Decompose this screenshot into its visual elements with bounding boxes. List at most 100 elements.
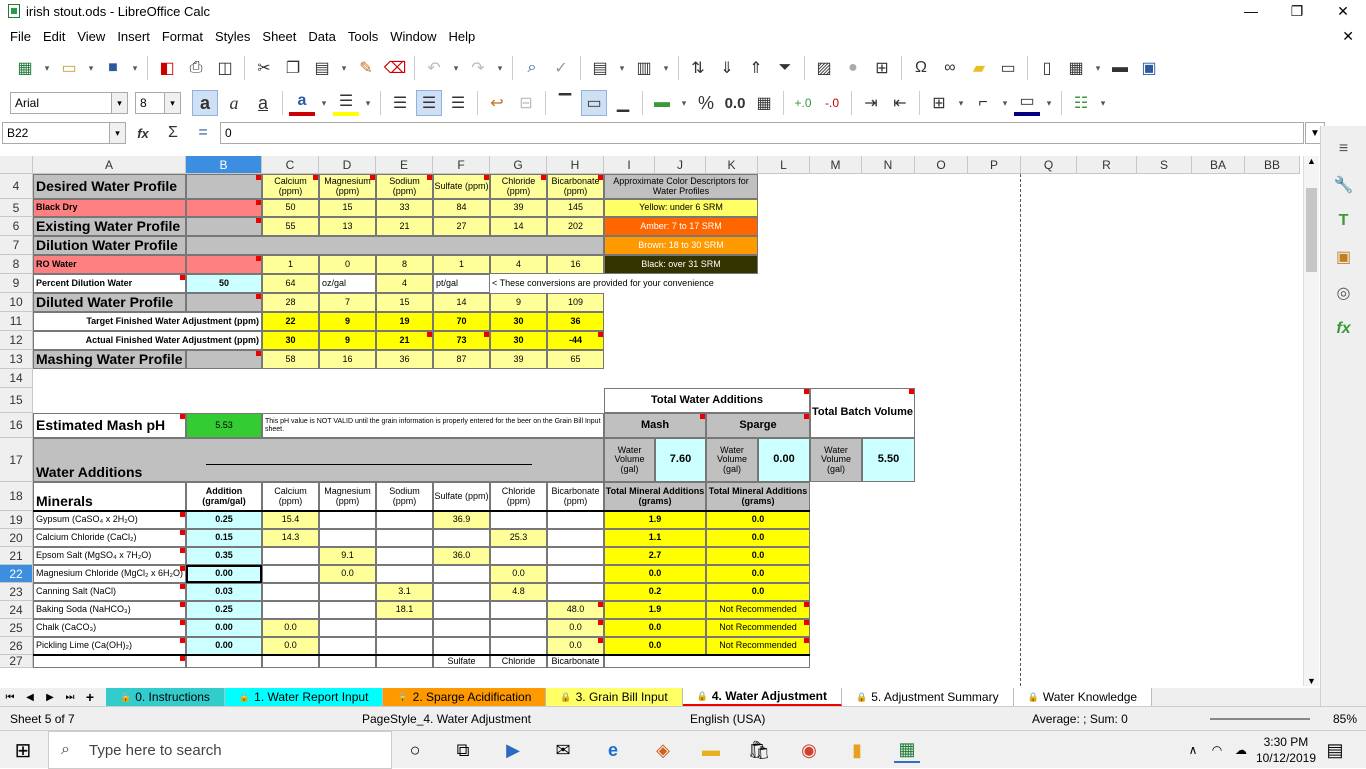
- font-size-box[interactable]: 8 ▾: [135, 92, 181, 114]
- sheet-tab-2[interactable]: 🔒 2. Sparge Acidification: [383, 688, 547, 706]
- cell-d20[interactable]: [319, 529, 376, 547]
- sheet-tab-5[interactable]: 🔒 5. Adjustment Summary: [842, 688, 1014, 706]
- cell-e13[interactable]: 36: [376, 350, 433, 369]
- cell-i18[interactable]: Total Mineral Additions (grams): [604, 482, 706, 511]
- cell-c10[interactable]: 28: [262, 293, 319, 312]
- cell-e23[interactable]: 3.1: [376, 583, 433, 601]
- cell-b19[interactable]: 0.25: [186, 511, 262, 529]
- cell-h27[interactable]: Bicarbonate: [547, 655, 604, 668]
- cell-f9[interactable]: pt/gal: [433, 274, 490, 293]
- cell-c16[interactable]: This pH value is NOT VALID until the gra…: [262, 413, 604, 438]
- row-header-27[interactable]: 27: [0, 654, 33, 668]
- menu-window[interactable]: Window: [384, 29, 442, 44]
- cell-i16[interactable]: Mash: [604, 413, 706, 438]
- cell-h18[interactable]: Bicarbonate (ppm): [547, 482, 604, 511]
- font-name-box[interactable]: Arial ▾: [10, 92, 128, 114]
- cell-d19[interactable]: [319, 511, 376, 529]
- cell-a12[interactable]: Actual Finished Water Adjustment (ppm): [33, 331, 262, 350]
- cell-c19[interactable]: 15.4: [262, 511, 319, 529]
- row-header-20[interactable]: 20: [0, 529, 33, 547]
- cell-d23[interactable]: [319, 583, 376, 601]
- cell-i22[interactable]: 0.0: [604, 565, 706, 583]
- spelling-icon[interactable]: ✓: [548, 55, 574, 81]
- cell-a8[interactable]: RO Water: [33, 255, 186, 274]
- row-header-16[interactable]: 16: [0, 413, 33, 438]
- cell-a7[interactable]: Dilution Water Profile: [33, 236, 186, 255]
- cell-a6[interactable]: Existing Water Profile: [33, 217, 186, 236]
- cell-e26[interactable]: [376, 637, 433, 655]
- open-dropdown-icon[interactable]: ▾: [85, 55, 97, 81]
- define-print-area-icon[interactable]: ▯: [1034, 55, 1060, 81]
- cell-a24[interactable]: Baking Soda (NaHCO₃): [33, 601, 186, 619]
- cell-e21[interactable]: [376, 547, 433, 565]
- cut-icon[interactable]: ✂: [251, 55, 277, 81]
- cell-h21[interactable]: [547, 547, 604, 565]
- cell-h5[interactable]: 145: [547, 199, 604, 217]
- cell-h25[interactable]: 0.0: [547, 619, 604, 637]
- row-header-26[interactable]: 26: [0, 637, 33, 655]
- cell-m15[interactable]: Total Batch Volume: [810, 388, 915, 438]
- cell-d27[interactable]: [319, 655, 376, 668]
- cell-m17[interactable]: Water Volume (gal): [810, 438, 862, 482]
- row-header-6[interactable]: 6: [0, 217, 33, 236]
- cell-k18[interactable]: Total Mineral Additions (grams): [706, 482, 810, 511]
- last-sheet-icon[interactable]: ⏭: [60, 692, 80, 703]
- function-wizard-icon[interactable]: fx: [130, 120, 156, 146]
- cell-h22[interactable]: [547, 565, 604, 583]
- row-header-11[interactable]: 11: [0, 312, 33, 331]
- cell-i15[interactable]: Total Water Additions: [604, 388, 810, 413]
- column-header-k[interactable]: K: [706, 156, 758, 174]
- menu-data[interactable]: Data: [302, 29, 341, 44]
- cell-g18[interactable]: Chloride (ppm): [490, 482, 547, 511]
- cell-c12[interactable]: 30: [262, 331, 319, 350]
- cell-f8[interactable]: 1: [433, 255, 490, 274]
- font-color-dropdown-icon[interactable]: ▾: [318, 90, 330, 116]
- cell-h24[interactable]: 48.0: [547, 601, 604, 619]
- increase-indent-icon[interactable]: ⇥: [858, 90, 884, 116]
- menu-edit[interactable]: Edit: [37, 29, 71, 44]
- cell-h26[interactable]: 0.0: [547, 637, 604, 655]
- cell-f5[interactable]: 84: [433, 199, 490, 217]
- cell-a25[interactable]: Chalk (CaCO₃): [33, 619, 186, 637]
- find-replace-icon[interactable]: ⌕: [519, 55, 545, 81]
- column-dropdown-icon[interactable]: ▾: [660, 55, 672, 81]
- cell-a9[interactable]: Percent Dilution Water: [33, 274, 186, 293]
- cell-g26[interactable]: [490, 637, 547, 655]
- cell-i26[interactable]: 0.0: [604, 637, 706, 655]
- cell-d25[interactable]: [319, 619, 376, 637]
- cell-g23[interactable]: 4.8: [490, 583, 547, 601]
- freeze-rows-icon[interactable]: ▦: [1063, 55, 1089, 81]
- cell-h8[interactable]: 16: [547, 255, 604, 274]
- cell-a19[interactable]: Gypsum (CaSO₄ x 2H₂O): [33, 511, 186, 529]
- cell-b8[interactable]: [186, 255, 262, 274]
- name-box-dropdown-icon[interactable]: ▾: [109, 123, 125, 143]
- hyperlink-icon[interactable]: ∞: [937, 55, 963, 81]
- cell-a26[interactable]: Pickling Lime (Ca(OH)₂): [33, 637, 186, 655]
- cell-c9[interactable]: 64: [262, 274, 319, 293]
- column-header-h[interactable]: H: [547, 156, 604, 174]
- maximize-button[interactable]: ❐: [1274, 0, 1320, 22]
- cell-a13[interactable]: Mashing Water Profile: [33, 350, 186, 369]
- cell-f11[interactable]: 70: [433, 312, 490, 331]
- cell-f12[interactable]: 73: [433, 331, 490, 350]
- cell-a21[interactable]: Epsom Salt (MgSO₄ x 7H₂O): [33, 547, 186, 565]
- cell-g20[interactable]: 25.3: [490, 529, 547, 547]
- cell-e11[interactable]: 19: [376, 312, 433, 331]
- row-header-10[interactable]: 10: [0, 293, 33, 312]
- cell-b18[interactable]: Addition (gram/gal): [186, 482, 262, 511]
- cell-c6[interactable]: 55: [262, 217, 319, 236]
- cell-e8[interactable]: 8: [376, 255, 433, 274]
- chrome-icon[interactable]: ◉: [796, 737, 822, 763]
- cell-i5[interactable]: Yellow: under 6 SRM: [604, 199, 758, 217]
- cell-c5[interactable]: 50: [262, 199, 319, 217]
- cell-g19[interactable]: [490, 511, 547, 529]
- task-view-icon[interactable]: ⧉: [450, 737, 476, 763]
- libreoffice-calc-taskbar-icon[interactable]: ▦: [894, 737, 920, 763]
- cell-d10[interactable]: 7: [319, 293, 376, 312]
- cell-c11[interactable]: 22: [262, 312, 319, 331]
- insert-image-icon[interactable]: ▨: [811, 55, 837, 81]
- cell-d21[interactable]: 9.1: [319, 547, 376, 565]
- cell-d8[interactable]: 0: [319, 255, 376, 274]
- cell-i19[interactable]: 1.9: [604, 511, 706, 529]
- undo-icon[interactable]: ↶: [421, 55, 447, 81]
